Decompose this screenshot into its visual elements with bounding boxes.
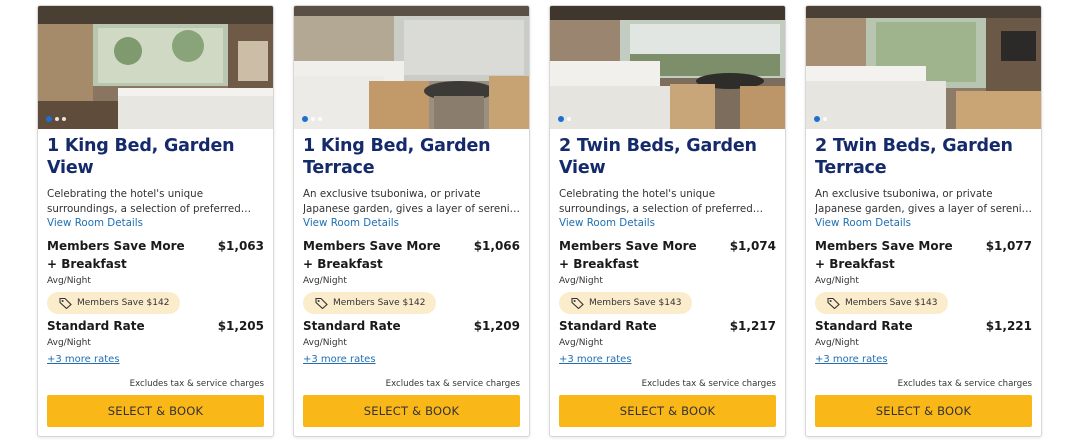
room-card: 1 King Bed, Garden View Celebrating the … xyxy=(37,5,274,437)
excludes-tax-note: Excludes tax & service charges xyxy=(385,379,520,389)
room-photo[interactable] xyxy=(38,6,273,129)
carousel-dots xyxy=(558,116,571,122)
standard-rate-name: Standard Rate xyxy=(303,319,401,333)
tag-icon xyxy=(59,297,72,309)
avg-night-label: Avg/Night xyxy=(303,276,347,286)
avg-night-label: Avg/Night xyxy=(47,276,91,286)
members-save-text: Members Save $142 xyxy=(333,298,426,308)
members-save-badge: Members Save $143 xyxy=(815,292,949,314)
members-rate-price[interactable]: $1,063 xyxy=(218,237,264,255)
tag-icon xyxy=(315,297,328,309)
room-description: An exclusive tsuboniwa, or private Japan… xyxy=(303,188,520,215)
carousel-dots xyxy=(46,116,66,122)
members-save-text: Members Save $143 xyxy=(845,298,938,308)
standard-rate-name: Standard Rate xyxy=(47,319,145,333)
tag-icon xyxy=(571,297,584,309)
members-rate-price[interactable]: $1,074 xyxy=(730,237,776,255)
select-book-button[interactable]: SELECT & BOOK xyxy=(559,395,776,427)
more-rates-link[interactable]: +3 more rates xyxy=(303,353,520,367)
avg-night-label: Avg/Night xyxy=(47,338,91,348)
room-photo[interactable] xyxy=(550,6,785,129)
avg-night-label: Avg/Night xyxy=(559,338,603,348)
avg-night-label: Avg/Night xyxy=(303,338,347,348)
carousel-dot-icon[interactable] xyxy=(558,116,564,122)
select-book-button[interactable]: SELECT & BOOK xyxy=(303,395,520,427)
view-room-details-link[interactable]: View Room Details xyxy=(815,217,1032,230)
carousel-dot-icon[interactable] xyxy=(318,117,322,121)
carousel-dot-icon[interactable] xyxy=(302,116,308,122)
carousel-dot-icon[interactable] xyxy=(311,117,315,121)
room-title: 1 King Bed, Garden Terrace xyxy=(303,136,491,178)
members-save-badge: Members Save $143 xyxy=(559,292,693,314)
room-card-list: 1 King Bed, Garden View Celebrating the … xyxy=(37,5,1042,437)
room-title: 2 Twin Beds, Garden View xyxy=(559,136,757,178)
avg-night-label: Avg/Night xyxy=(559,276,603,286)
carousel-dot-icon[interactable] xyxy=(567,117,571,121)
view-room-details-link[interactable]: View Room Details xyxy=(47,217,264,230)
carousel-dot-icon[interactable] xyxy=(55,117,59,121)
carousel-dot-icon[interactable] xyxy=(823,117,827,121)
excludes-tax-note: Excludes tax & service charges xyxy=(897,379,1032,389)
room-card: 1 King Bed, Garden Terrace An exclusive … xyxy=(293,5,530,437)
members-save-badge: Members Save $142 xyxy=(303,292,437,314)
members-rate-price[interactable]: $1,066 xyxy=(474,237,520,255)
tag-icon xyxy=(827,297,840,309)
members-save-text: Members Save $142 xyxy=(77,298,170,308)
excludes-tax-note: Excludes tax & service charges xyxy=(129,379,264,389)
view-room-details-link[interactable]: View Room Details xyxy=(559,217,776,230)
select-book-button[interactable]: SELECT & BOOK xyxy=(47,395,264,427)
room-photo[interactable] xyxy=(294,6,529,129)
more-rates-link[interactable]: +3 more rates xyxy=(559,353,776,367)
room-card: 2 Twin Beds, Garden Terrace An exclusive… xyxy=(805,5,1042,437)
standard-rate-name: Standard Rate xyxy=(815,319,913,333)
standard-rate-name: Standard Rate xyxy=(559,319,657,333)
room-photo[interactable] xyxy=(806,6,1041,129)
standard-rate-price[interactable]: $1,205 xyxy=(218,317,264,335)
carousel-dot-icon[interactable] xyxy=(46,116,52,122)
select-book-button[interactable]: SELECT & BOOK xyxy=(815,395,1032,427)
room-description: An exclusive tsuboniwa, or private Japan… xyxy=(815,188,1032,215)
members-save-badge: Members Save $142 xyxy=(47,292,181,314)
members-rate-name: Members Save More + Breakfast xyxy=(815,239,953,271)
more-rates-link[interactable]: +3 more rates xyxy=(47,353,264,367)
carousel-dot-icon[interactable] xyxy=(62,117,66,121)
room-description: Celebrating the hotel's unique surroundi… xyxy=(559,188,753,215)
members-save-text: Members Save $143 xyxy=(589,298,682,308)
members-rate-price[interactable]: $1,077 xyxy=(986,237,1032,255)
standard-rate-price[interactable]: $1,221 xyxy=(986,317,1032,335)
members-rate-name: Members Save More + Breakfast xyxy=(47,239,185,271)
room-description: Celebrating the hotel's unique surroundi… xyxy=(47,188,241,215)
more-rates-link[interactable]: +3 more rates xyxy=(815,353,1032,367)
carousel-dots xyxy=(302,116,322,122)
standard-rate-price[interactable]: $1,209 xyxy=(474,317,520,335)
carousel-dot-icon[interactable] xyxy=(814,116,820,122)
members-rate-name: Members Save More + Breakfast xyxy=(303,239,441,271)
excludes-tax-note: Excludes tax & service charges xyxy=(641,379,776,389)
room-title: 2 Twin Beds, Garden Terrace xyxy=(815,136,1013,178)
view-room-details-link[interactable]: View Room Details xyxy=(303,217,520,230)
standard-rate-price[interactable]: $1,217 xyxy=(730,317,776,335)
avg-night-label: Avg/Night xyxy=(815,338,859,348)
avg-night-label: Avg/Night xyxy=(815,276,859,286)
room-card: 2 Twin Beds, Garden View Celebrating the… xyxy=(549,5,786,437)
carousel-dots xyxy=(814,116,827,122)
members-rate-name: Members Save More + Breakfast xyxy=(559,239,697,271)
room-title: 1 King Bed, Garden View xyxy=(47,136,235,178)
